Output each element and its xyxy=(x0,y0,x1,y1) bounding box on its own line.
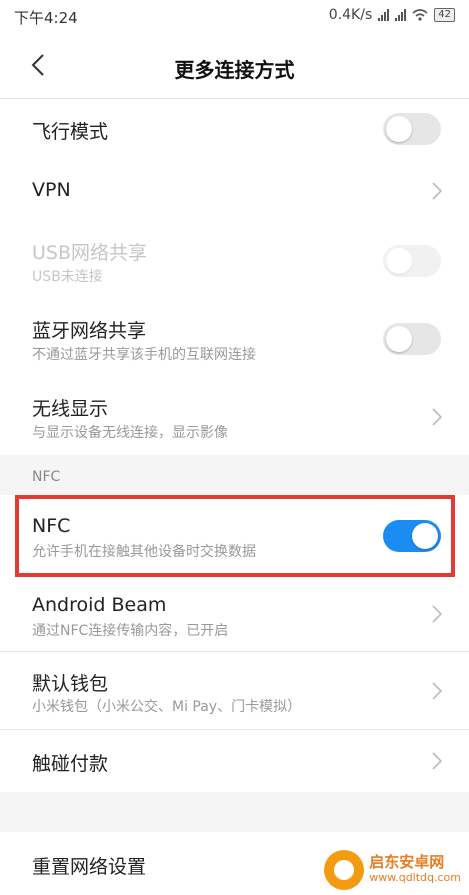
row-sublabel: 小米钱包（小米公交、Mi Pay、门卡模拟） xyxy=(32,699,302,715)
row-bluetooth-tethering[interactable]: 蓝牙网络共享 不通过蓝牙共享该手机的互联网连接 xyxy=(0,300,469,378)
signal-icon xyxy=(378,9,390,21)
usb-tethering-switch xyxy=(383,245,441,277)
chevron-right-icon xyxy=(432,408,443,426)
signal-icon-2 xyxy=(395,9,407,21)
row-usb-tethering: USB网络共享 USB未连接 xyxy=(0,222,469,300)
row-vpn[interactable]: VPN xyxy=(0,160,469,222)
row-airplane-mode[interactable]: 飞行模式 xyxy=(0,99,469,160)
watermark-url: www.qdltdq.com xyxy=(369,871,461,884)
row-android-beam[interactable]: Android Beam 通过NFC连接传输内容，已开启 xyxy=(0,577,469,651)
wifi-icon xyxy=(412,9,428,21)
switch-knob xyxy=(386,248,412,274)
watermark: 启东安卓网 www.qdltdq.com xyxy=(324,850,461,890)
chevron-right-icon xyxy=(432,605,443,623)
row-sublabel: 不通过蓝牙共享该手机的互联网连接 xyxy=(32,347,256,363)
row-label: 重置网络设置 xyxy=(32,856,147,878)
row-sublabel: 与显示设备无线连接，显示影像 xyxy=(32,425,228,441)
row-label: 默认钱包 xyxy=(32,673,109,695)
chevron-right-icon xyxy=(432,752,443,770)
status-bar: 下午4:24 0.4K/s 42 xyxy=(0,0,469,34)
status-right: 0.4K/s 42 xyxy=(329,7,455,23)
row-label: 无线显示 xyxy=(32,398,109,420)
watermark-name: 启东安卓网 xyxy=(369,853,445,871)
nfc-switch[interactable] xyxy=(383,520,441,552)
row-label: 飞行模式 xyxy=(32,121,109,143)
watermark-logo-icon xyxy=(324,850,365,890)
row-label: 蓝牙网络共享 xyxy=(32,320,147,342)
switch-knob xyxy=(386,326,412,352)
row-label: Android Beam xyxy=(32,594,167,616)
row-label: 触碰付款 xyxy=(32,753,109,775)
row-default-wallet[interactable]: 默认钱包 小米钱包（小米公交、Mi Pay、门卡模拟） xyxy=(0,652,469,729)
section-header-nfc: NFC xyxy=(0,455,469,495)
battery-icon: 42 xyxy=(434,8,455,22)
row-tap-and-pay[interactable]: 触碰付款 xyxy=(0,730,469,792)
chevron-right-icon xyxy=(432,682,443,700)
page-title: 更多连接方式 xyxy=(174,58,295,82)
row-sublabel: 通过NFC连接传输内容，已开启 xyxy=(32,623,229,639)
row-label: VPN xyxy=(32,179,71,201)
network-speed: 0.4K/s xyxy=(328,7,373,23)
status-time: 下午4:24 xyxy=(14,9,78,27)
row-sublabel: 允许手机在接触其他设备时交换数据 xyxy=(32,544,256,560)
switch-knob xyxy=(386,116,412,142)
row-wireless-display[interactable]: 无线显示 与显示设备无线连接，显示影像 xyxy=(0,378,469,455)
app-header: 更多连接方式 xyxy=(0,34,469,98)
section-title: NFC xyxy=(32,469,61,485)
switch-knob xyxy=(412,523,438,549)
chevron-right-icon xyxy=(432,182,443,200)
airplane-mode-switch[interactable] xyxy=(383,113,441,145)
section-spacer xyxy=(0,792,469,832)
bluetooth-tethering-switch[interactable] xyxy=(383,323,441,355)
row-label: USB网络共享 xyxy=(32,242,148,264)
row-nfc[interactable]: NFC 允许手机在接触其他设备时交换数据 xyxy=(0,495,469,577)
row-label: NFC xyxy=(32,515,71,537)
row-sublabel: USB未连接 xyxy=(32,269,103,285)
